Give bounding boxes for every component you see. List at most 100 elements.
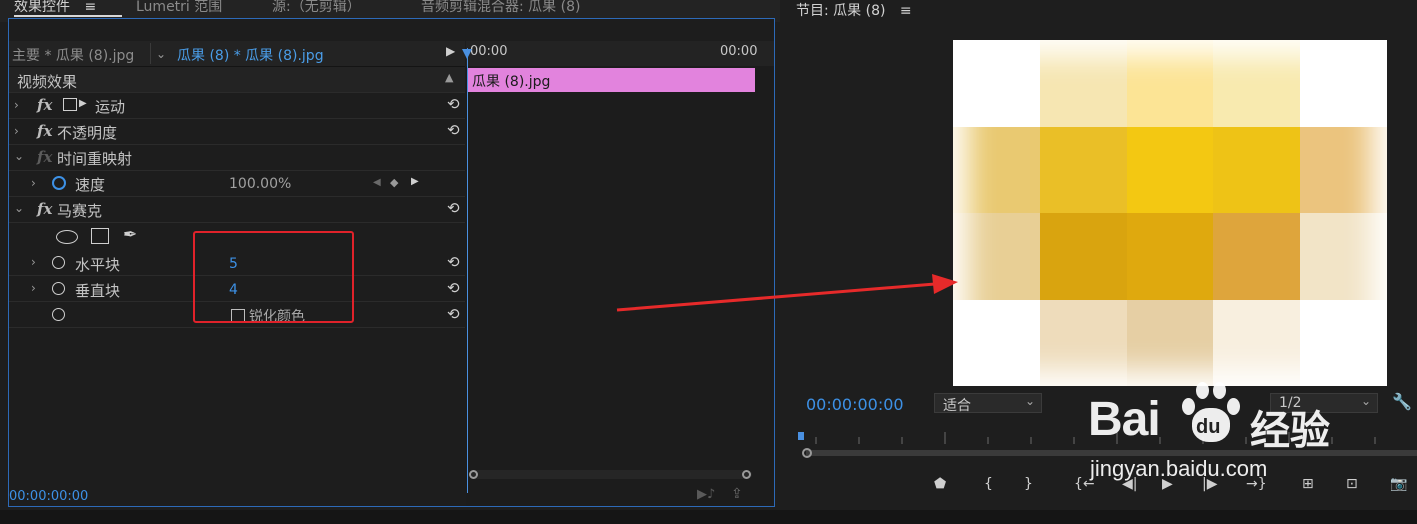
mosaic-cell	[1126, 299, 1214, 386]
reset-icon[interactable]: ⟲	[447, 199, 460, 217]
mosaic-cell	[1213, 299, 1301, 386]
stopwatch-icon[interactable]	[52, 282, 65, 295]
play-audio-icon[interactable]: ▶♪	[697, 487, 715, 502]
reset-icon[interactable]: ⟲	[447, 279, 460, 297]
mosaic-cell	[1300, 299, 1387, 386]
mosaic-cell	[1300, 213, 1387, 300]
mosaic-cell	[1300, 40, 1387, 127]
effect-row-time-remap[interactable]: ⌄ fx 时间重映射	[9, 145, 465, 171]
effect-row-mosaic[interactable]: ⌄ fx 马赛克 ⟲	[9, 197, 465, 223]
property-name-horizontal-blocks: 水平块	[75, 256, 121, 274]
play-icon[interactable]: ▶	[1162, 476, 1173, 492]
playhead-marker-icon[interactable]	[462, 49, 472, 59]
reset-icon[interactable]: ⟲	[447, 121, 460, 139]
effect-row-opacity[interactable]: › fx 不透明度 ⟲	[9, 119, 465, 145]
chevron-down-icon: ⌄	[1360, 394, 1371, 408]
export-frame-camera-icon[interactable]: 📷	[1390, 476, 1407, 492]
source-separator	[150, 43, 151, 64]
mark-out-icon[interactable]: }	[1024, 476, 1033, 492]
playhead-line[interactable]	[467, 48, 468, 493]
timeline-zoom-scrollbar[interactable]	[470, 470, 752, 479]
speed-value[interactable]: 100.00%	[229, 176, 291, 192]
panel-menu-icon[interactable]: ≡	[84, 0, 96, 15]
tab-effect-controls[interactable]: 效果控件 ≡	[14, 0, 96, 14]
property-row-speed[interactable]: › 速度 100.00% ◀ ◆ ▶	[9, 171, 465, 197]
mosaic-cell	[1039, 126, 1127, 213]
effect-timeline-area[interactable]	[466, 41, 774, 506]
chevron-right-icon[interactable]: ›	[31, 281, 36, 295]
sequence-clip-label[interactable]: 瓜果 (8) * 瓜果 (8).jpg	[177, 45, 324, 65]
resolution-select[interactable]: 1/2 ⌄	[1270, 393, 1378, 413]
master-clip-label[interactable]: 主要 * 瓜果 (8).jpg	[12, 45, 134, 65]
mosaic-cell	[1039, 299, 1127, 386]
chevron-down-icon[interactable]: ⌄	[14, 149, 24, 163]
play-triangle-icon[interactable]: ▶	[446, 44, 455, 58]
chevron-right-icon[interactable]: ›	[31, 255, 36, 269]
reset-icon[interactable]: ⟲	[447, 305, 460, 323]
step-forward-icon[interactable]: |▶	[1202, 476, 1217, 492]
fit-select-value: 适合	[943, 398, 971, 414]
lift-icon[interactable]: ⊞	[1302, 476, 1314, 492]
rectangle-mask-icon[interactable]	[91, 228, 109, 244]
collapse-up-icon[interactable]: ▲	[445, 71, 453, 84]
tab-source[interactable]: 源:（无剪辑）	[272, 0, 361, 14]
wrench-settings-icon[interactable]: 🔧	[1392, 392, 1412, 411]
next-keyframe-icon[interactable]: ▶	[411, 176, 419, 187]
mark-in-icon[interactable]: {	[984, 476, 993, 492]
mosaic-cell	[953, 126, 1040, 213]
effect-name-motion: 运动	[95, 98, 126, 116]
timeline-end-time: 00:00	[720, 44, 758, 59]
bottom-panel-strip	[0, 510, 1417, 524]
reset-icon[interactable]: ⟲	[447, 95, 460, 113]
prev-keyframe-icon[interactable]: ◀	[373, 177, 381, 188]
extract-icon[interactable]: ⊡	[1346, 476, 1358, 492]
pen-mask-icon[interactable]: ✒	[123, 225, 137, 245]
panel-menu-icon[interactable]: ≡	[900, 3, 912, 19]
program-timeline-ruler[interactable]	[786, 430, 1417, 462]
fx-toggle-icon[interactable]: fx	[37, 96, 52, 114]
fx-toggle-icon[interactable]: fx	[37, 200, 52, 218]
transform-arrow-icon: ▶	[79, 98, 87, 109]
mosaic-cell	[1039, 213, 1127, 300]
tab-audio-clip-mixer[interactable]: 音频剪辑混合器: 瓜果 (8)	[421, 0, 580, 14]
add-marker-icon[interactable]: ⬟	[934, 476, 946, 492]
effect-name-time-remap: 时间重映射	[57, 150, 133, 168]
mosaic-grid	[953, 40, 1387, 386]
go-to-in-icon[interactable]: {←	[1074, 476, 1095, 492]
active-tab-indicator	[14, 15, 122, 17]
program-preview-image[interactable]	[953, 40, 1387, 386]
add-keyframe-icon[interactable]: ◆	[390, 176, 398, 189]
stopwatch-icon[interactable]	[52, 176, 66, 190]
effect-controls-timecode[interactable]: 00:00:00:00	[9, 489, 88, 504]
export-frame-icon[interactable]: ⇪	[731, 486, 743, 502]
property-name-vertical-blocks: 垂直块	[75, 282, 121, 300]
ellipse-mask-icon[interactable]	[56, 230, 78, 244]
stopwatch-icon[interactable]	[52, 256, 65, 269]
mosaic-cell	[953, 40, 1040, 127]
fx-toggle-icon[interactable]: fx	[37, 122, 52, 140]
go-to-out-icon[interactable]: →}	[1246, 476, 1267, 492]
program-timecode[interactable]: 00:00:00:00	[806, 395, 904, 414]
zoom-handle-right[interactable]	[742, 470, 751, 479]
mosaic-cell	[1213, 40, 1301, 127]
stopwatch-icon[interactable]	[52, 308, 65, 321]
effect-row-motion[interactable]: › fx ▶ 运动 ⟲	[9, 93, 465, 119]
chevron-right-icon[interactable]: ›	[14, 98, 19, 112]
chevron-down-icon[interactable]: ⌄	[14, 201, 24, 215]
fit-select[interactable]: 适合 ⌄	[934, 393, 1042, 414]
program-playhead-icon[interactable]	[798, 432, 804, 440]
reset-icon[interactable]: ⟲	[447, 253, 460, 271]
clip-bar[interactable]: 瓜果 (8).jpg	[468, 68, 755, 92]
ruler-ticks	[815, 432, 1376, 444]
chevron-right-icon[interactable]: ›	[31, 176, 36, 190]
chevron-down-icon[interactable]: ⌄	[156, 47, 166, 61]
chevron-down-icon: ⌄	[1024, 394, 1035, 408]
program-monitor-title-text: 节目: 瓜果 (8)	[796, 3, 886, 19]
zoom-handle-left[interactable]	[469, 470, 478, 479]
tab-effect-controls-label: 效果控件	[14, 0, 70, 15]
chevron-right-icon[interactable]: ›	[14, 124, 19, 138]
transform-box-icon	[63, 98, 77, 111]
mosaic-cell	[1126, 213, 1214, 300]
step-back-icon[interactable]: ◀|	[1122, 476, 1137, 492]
tab-lumetri-scopes[interactable]: Lumetri 范围	[136, 0, 222, 14]
